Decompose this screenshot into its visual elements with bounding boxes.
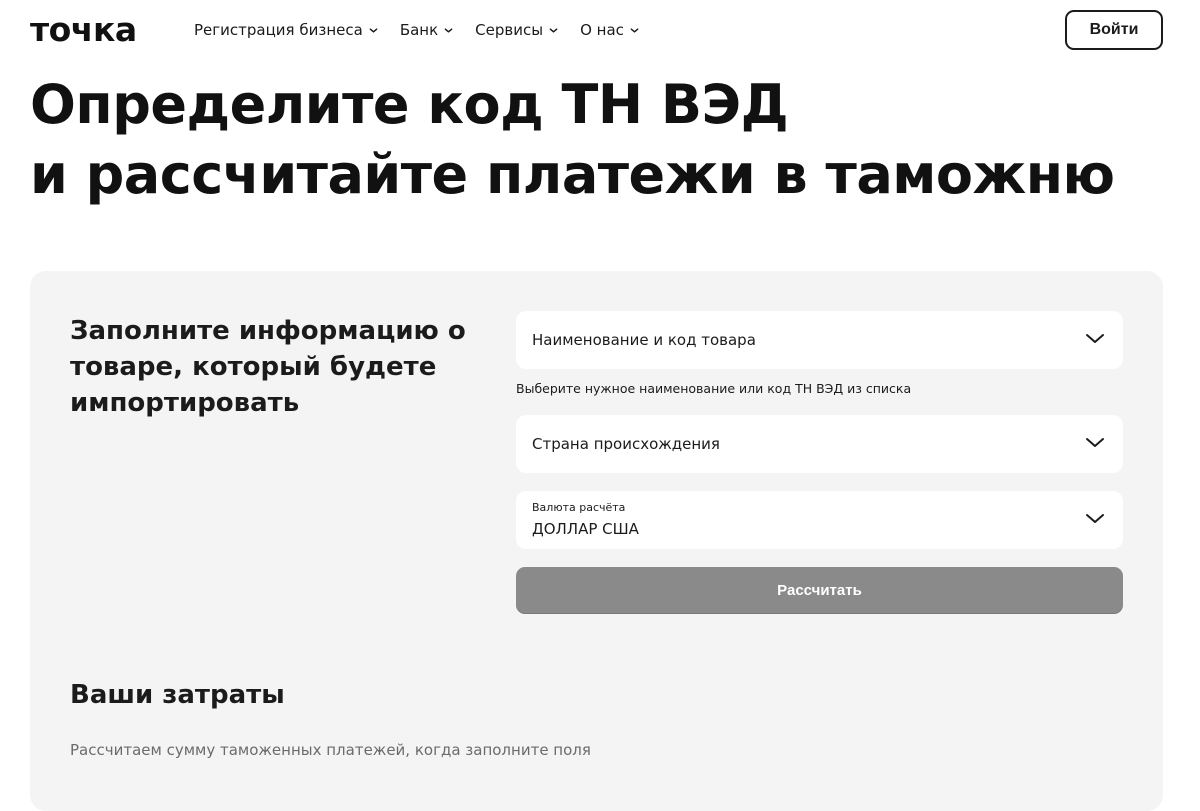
chevron-down-icon (630, 27, 639, 33)
chevron-down-icon (1086, 514, 1104, 523)
currency-select-label: Валюта расчёта (532, 501, 626, 514)
country-select-label: Страна происхождения (532, 435, 720, 453)
costs-placeholder-text: Рассчитаем сумму таможенных платежей, ко… (70, 741, 591, 759)
site-header: точка Регистрация бизнеса Банк Сервисы О… (0, 0, 1200, 64)
page-title-line-2: и рассчитайте платежи в таможню (30, 143, 1115, 206)
nav-item-bank[interactable]: Банк (400, 21, 453, 39)
product-select[interactable]: Наименование и код товара (516, 311, 1123, 369)
nav-item-business-registration[interactable]: Регистрация бизнеса (194, 21, 378, 39)
chevron-down-icon (369, 27, 378, 33)
logo[interactable]: точка (30, 10, 137, 49)
page-title-line-1: Определите код ТН ВЭД (30, 73, 789, 136)
currency-select-value: ДОЛЛАР США (532, 520, 639, 538)
chevron-down-icon (444, 27, 453, 33)
page-title: Определите код ТН ВЭД и рассчитайте плат… (30, 70, 1115, 210)
nav-item-label: Регистрация бизнеса (194, 21, 363, 39)
nav-item-label: Сервисы (475, 21, 544, 39)
costs-title: Ваши затраты (70, 680, 285, 710)
chevron-down-icon (549, 27, 558, 33)
login-button[interactable]: Войти (1065, 10, 1163, 50)
product-hint: Выберите нужное наименование или код ТН … (516, 381, 912, 396)
calculate-button[interactable]: Рассчитать (516, 567, 1123, 614)
nav-item-about[interactable]: О нас (580, 21, 639, 39)
chevron-down-icon (1086, 334, 1104, 343)
product-select-label: Наименование и код товара (532, 331, 756, 349)
form-heading: Заполните информацию о товаре, который б… (70, 316, 466, 418)
nav-item-label: О нас (580, 21, 624, 39)
nav-item-label: Банк (399, 21, 439, 39)
nav-item-services[interactable]: Сервисы (475, 21, 558, 39)
country-select[interactable]: Страна происхождения (516, 415, 1123, 473)
main-nav: Регистрация бизнеса Банк Сервисы О нас (194, 21, 661, 39)
chevron-down-icon (1086, 438, 1104, 447)
currency-select[interactable]: Валюта расчёта ДОЛЛАР США (516, 491, 1123, 549)
